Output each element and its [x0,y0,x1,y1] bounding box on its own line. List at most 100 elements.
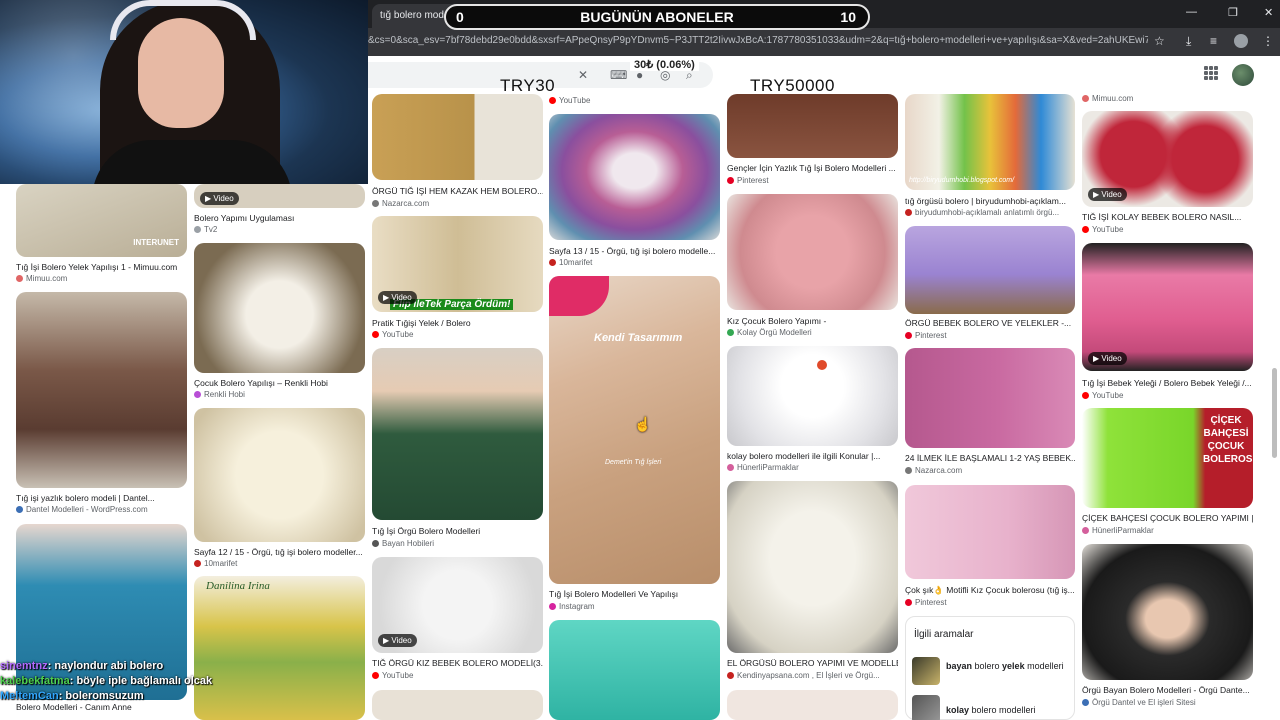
result-title[interactable]: Bolero Yapımı Uygulaması [194,213,365,223]
result-source[interactable]: YouTube [372,671,543,680]
reading-list-icon[interactable]: ≡ [1210,34,1217,48]
subscriber-banner: 0 BUGÜNÜN ABONELER 10 [444,4,870,30]
clear-search-icon[interactable]: ✕ [578,68,588,82]
result-thumbnail[interactable] [372,94,543,180]
profile-icon[interactable] [1234,34,1248,51]
related-item[interactable]: bayan bolero yelek modelleri [912,657,1072,687]
result-title[interactable]: Örgü Bayan Bolero Modelleri - Örgü Dante… [1082,685,1253,695]
result-thumbnail[interactable]: ▶ Video [1082,243,1253,371]
result-thumbnail[interactable] [1082,544,1253,680]
result-thumbnail[interactable] [372,690,543,720]
result-thumbnail[interactable] [727,481,898,653]
result-thumbnail[interactable] [549,620,720,720]
bookmark-star-icon[interactable]: ☆ [1154,34,1165,48]
result-source[interactable]: Pinterest [905,331,1075,340]
result-source[interactable]: Kendinyapsana.com , El İşleri ve Örgü... [727,671,898,680]
related-text[interactable]: kolay bolero modelleri [946,705,1066,716]
result-thumbnail[interactable] [727,346,898,446]
result-source[interactable]: YouTube [372,330,543,339]
site-icon [727,464,734,471]
result-title[interactable]: 24 İLMEK İLE BAŞLAMALI 1-2 YAŞ BEBEK... [905,453,1075,463]
result-source[interactable]: biryudumhobi-açıklamalı anlatımlı örgü..… [905,208,1075,217]
result-source[interactable]: YouTube [1082,391,1253,400]
result-title[interactable]: ÖRGÜ BEBEK BOLERO VE YELEKLER -... [905,318,1075,328]
result-title[interactable]: ÖRGÜ TIĞ İŞİ HEM KAZAK HEM BOLERO... [372,186,543,196]
url-field[interactable]: &cs=0&sca_esv=7bf78debd29e0bdd&sxsrf=APp… [368,35,1148,46]
result-source[interactable]: Nazarca.com [372,199,543,208]
result-source[interactable]: YouTube [1082,225,1253,234]
result-thumbnail[interactable] [194,243,365,373]
result-source[interactable]: 10marifet [549,258,720,267]
result-source[interactable]: 10marifet [194,559,365,568]
result-source[interactable]: Pinterest [727,176,898,185]
maximize-button[interactable]: ❐ [1228,6,1238,19]
apps-grid-icon[interactable] [1204,66,1218,80]
related-thumbnail [912,657,940,685]
video-badge: ▶ Video [378,634,417,647]
result-thumbnail[interactable]: Flip ileTek Parça Ördüm! ▶ Video [372,216,543,312]
result-thumbnail[interactable] [549,114,720,240]
result-title[interactable]: Kız Çocuk Bolero Yapımı - [727,316,898,326]
result-thumbnail[interactable] [727,690,898,720]
result-thumbnail[interactable]: ▶ Video [372,557,543,653]
video-badge: ▶ Video [378,291,417,304]
result-title[interactable]: Tığ işi yazlık bolero modeli | Dantel... [16,493,187,503]
close-window-button[interactable]: ✕ [1264,6,1273,19]
result-title[interactable]: TIĞ İŞİ KOLAY BEBEK BOLERO NASIL... [1082,212,1253,222]
result-title[interactable]: ÇİÇEK BAHÇESİ ÇOCUK BOLERO YAPIMI |... [1082,513,1253,523]
result-source[interactable]: Mimuu.com [16,274,187,283]
result-thumbnail[interactable] [905,226,1075,314]
result-title[interactable]: TIĞ ÖRGÜ KIZ BEBEK BOLERO MODELİ(3... [372,658,543,668]
result-source[interactable]: Pinterest [905,598,1075,607]
result-source[interactable]: HünerliParmaklar [1082,526,1253,535]
result-source[interactable]: Nazarca.com [905,466,1075,475]
result-source[interactable]: Mimuu.com [1082,94,1253,103]
result-source[interactable]: YouTube [549,96,720,105]
wordpress-icon [1082,699,1089,706]
thumbnail-caption: ÇİÇEKBAHÇESİÇOCUKBOLEROSU [1203,415,1253,465]
result-thumbnail[interactable] [727,194,898,310]
result-thumbnail[interactable] [905,485,1075,579]
result-title[interactable]: Çok şık👌 Motifli Kız Çocuk bolerosu (tığ… [905,585,1075,596]
result-source[interactable]: Dantel Modelleri - WordPress.com [16,505,187,514]
account-avatar[interactable] [1232,64,1254,86]
result-title[interactable]: Tığ İşi Bolero Modelleri Ve Yapılışı [549,589,720,599]
result-thumbnail[interactable] [727,94,898,158]
minimize-button[interactable]: — [1186,6,1197,18]
keyboard-icon[interactable]: ⌨ [610,68,627,82]
result-source[interactable]: Örgü Dantel ve El işleri Sitesi [1082,698,1253,707]
result-title[interactable]: Tığ İşi Bebek Yeleği / Bolero Bebek Yele… [1082,378,1253,388]
result-title[interactable]: kolay bolero modelleri ile ilgili Konula… [727,451,898,461]
result-source[interactable]: Instagram [549,602,720,611]
result-title[interactable]: Gençler İçin Yazlık Tığ İşi Bolero Model… [727,163,898,173]
result-thumbnail[interactable] [194,408,365,542]
result-source[interactable]: Tv2 [194,225,365,234]
result-title[interactable]: Tığ İşi Bolero Yelek Yapılışı 1 - Mimuu.… [16,262,187,272]
result-thumbnail[interactable] [905,348,1075,448]
result-title[interactable]: Pratik Tığişi Yelek / Bolero [372,318,543,328]
result-source[interactable]: HünerliParmaklar [727,463,898,472]
result-title[interactable]: Çocuk Bolero Yapılışı – Renkli Hobi [194,378,365,388]
result-source[interactable]: Renkli Hobi [194,390,365,399]
result-title[interactable]: EL ÖRGÜSÜ BOLERO YAPIMI VE MODELLE... [727,658,898,668]
result-title[interactable]: tığ örgüsü bolero | biryudumhobi-açıklam… [905,196,1075,206]
result-title[interactable]: Tığ İşi Örgü Bolero Modelleri [372,526,543,536]
result-thumbnail[interactable]: http://biryudumhobi.blogspot.com/ [905,94,1075,190]
chrome-menu-icon[interactable]: ⋮ [1262,34,1274,48]
site-icon [727,672,734,679]
result-thumbnail[interactable] [372,348,543,520]
result-title[interactable]: Sayfa 13 / 15 - Örgü, tığ işi bolero mod… [549,246,720,256]
download-icon[interactable]: ⤓ [1186,34,1191,49]
page-scrollbar[interactable] [1272,368,1277,458]
result-thumbnail[interactable]: ▶ Video [194,184,365,208]
result-title[interactable]: Sayfa 12 / 15 - Örgü, tığ işi bolero mod… [194,547,365,557]
related-text[interactable]: bayan bolero yelek modelleri [946,661,1066,672]
result-thumbnail[interactable]: ▶ Video [1082,111,1253,207]
youtube-icon [549,97,556,104]
result-source[interactable]: Bayan Hobileri [372,539,543,548]
result-source[interactable]: Kolay Örgü Modelleri [727,328,898,337]
result-thumbnail[interactable]: ÇİÇEKBAHÇESİÇOCUKBOLEROSU [1082,408,1253,508]
related-item[interactable]: kolay bolero modelleri [912,695,1072,720]
result-thumbnail[interactable] [16,292,187,488]
result-thumbnail[interactable]: INTERUNET [16,184,187,257]
